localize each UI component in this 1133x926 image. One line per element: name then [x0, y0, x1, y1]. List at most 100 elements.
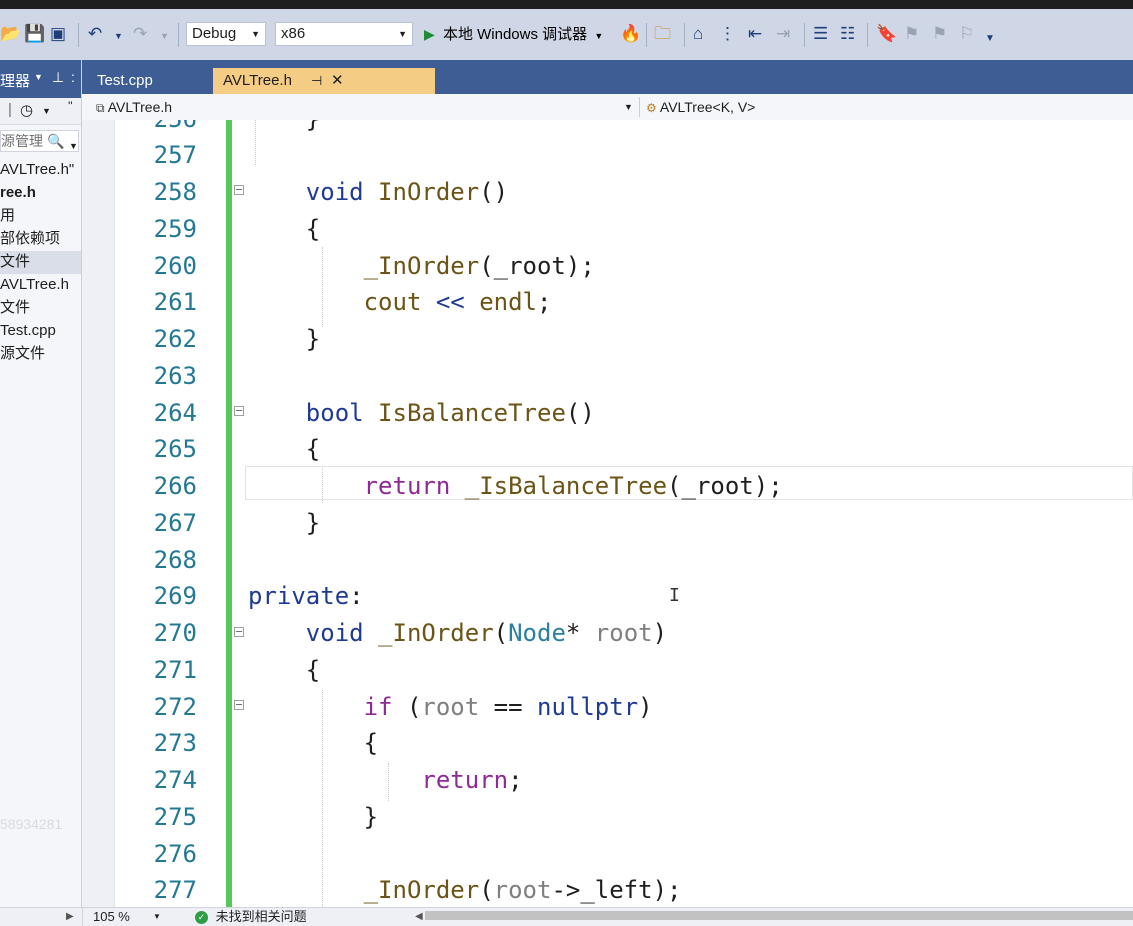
class-scope-value: AVLTree<K, V> [659, 99, 756, 115]
toolbar-separator [178, 23, 179, 47]
comment-icon[interactable]: ☰ [813, 24, 828, 44]
tree-item-label: AVLTree.h [0, 276, 69, 293]
uncomment-icon[interactable]: ☷ [840, 24, 855, 44]
check-circle-icon: ✓ [195, 911, 208, 925]
tab-label: AVLTree.h [223, 72, 292, 89]
toolbar-separator [646, 23, 647, 47]
tree-item[interactable]: 源文件 [0, 343, 81, 366]
pin-icon[interactable]: ⊣ [311, 68, 322, 94]
solution-search-input[interactable]: 源管理 🔍 ▼ [0, 130, 79, 152]
toolbar-separator: | [8, 101, 12, 118]
redo-dropdown-icon[interactable]: ▼ [160, 26, 169, 46]
tree-item[interactable]: 文件 [0, 297, 81, 320]
zoom-select[interactable]: 105 % ▼ [82, 908, 169, 926]
chevron-down-icon[interactable]: ▼ [69, 136, 78, 151]
toolbar-separator [78, 23, 79, 47]
navigation-bar: ⧉ AVLTree.h ▼ ⚙ AVLTree<K, V> [82, 94, 1133, 121]
fold-toggle[interactable] [234, 185, 244, 195]
code-line: _InOrder(_root); [363, 252, 595, 280]
tab-test-cpp[interactable]: Test.cpp [87, 68, 213, 94]
save-all-icon[interactable]: ▣ [50, 24, 66, 44]
fold-toggle[interactable] [234, 627, 244, 637]
zoom-value: 105 % [93, 909, 130, 924]
code-line: return; [421, 766, 523, 794]
change-indicator-bar [226, 120, 232, 907]
chevron-down-icon: ▼ [398, 29, 407, 39]
line-number: 261 [153, 288, 197, 316]
solution-search-placeholder: 源管理 [1, 133, 43, 149]
undo-dropdown-icon[interactable]: ▼ [114, 26, 123, 46]
code-line: { [248, 215, 321, 243]
tab-avltree-h[interactable]: AVLTree.h ⊣ ✕ [213, 68, 435, 94]
line-number: 256 [122, 120, 197, 138]
line-number: 274 [153, 766, 197, 794]
tree-item[interactable]: 部依赖项 [0, 228, 81, 251]
horizontal-scrollbar-thumb[interactable] [425, 911, 1133, 920]
tree-item[interactable]: ree.h [0, 182, 81, 205]
prev-bookmark-icon[interactable]: ⚑ [904, 24, 919, 44]
fold-toggle[interactable] [234, 406, 244, 416]
scroll-left-icon[interactable]: ◀ [415, 908, 423, 926]
platform-select[interactable]: x86 ▼ [275, 22, 413, 46]
solution-config-select[interactable]: Debug ▼ [186, 22, 266, 46]
hot-reload-icon[interactable]: 🔥 [620, 24, 641, 44]
bookmark-icon[interactable]: 🔖 [876, 24, 897, 44]
file-scope-select[interactable]: ⧉ AVLTree.h ▼ [96, 97, 636, 117]
tree-item[interactable]: AVLTree.h" [0, 159, 81, 182]
line-number: 269 [153, 582, 197, 610]
tree-item[interactable]: AVLTree.h [0, 274, 81, 297]
code-line: private: [248, 582, 364, 610]
close-icon[interactable]: : [71, 69, 75, 85]
class-scope-select[interactable]: ⚙ AVLTree<K, V> [646, 97, 1126, 117]
code-line: } [248, 120, 320, 138]
open-folder-icon[interactable]: 📂 [0, 24, 21, 44]
code-line: { [248, 435, 321, 463]
tree-item-label: Test.cpp [0, 322, 56, 339]
pin-icon[interactable]: ⊥ [52, 69, 64, 86]
start-debugging-button[interactable]: ▶ 本地 Windows 调试器 ▼ [424, 23, 603, 45]
line-number: 259 [153, 215, 197, 243]
more-icon[interactable]: '' [68, 99, 73, 113]
code-line: cout << endl; [363, 288, 552, 316]
tree-item-label: 文件 [0, 253, 31, 270]
code-line: return _IsBalanceTree(_root); [363, 472, 783, 500]
line-number: 258 [153, 178, 197, 206]
chevron-down-icon[interactable]: ▼ [34, 72, 43, 82]
home-icon[interactable]: ⌂ [693, 24, 703, 44]
line-number: 262 [153, 325, 197, 353]
clear-bookmarks-icon[interactable]: ⚐ [959, 24, 974, 44]
play-icon: ▶ [424, 26, 435, 42]
next-bookmark-icon[interactable]: ⚑ [932, 24, 947, 44]
tree-item-label: 源文件 [0, 345, 46, 362]
find-in-files-icon[interactable]: 🗀 [654, 24, 671, 44]
fold-toggle[interactable] [234, 700, 244, 710]
tree-item[interactable]: 用 [0, 205, 81, 228]
line-number: 271 [153, 656, 197, 684]
redo-icon[interactable]: ↷ [133, 24, 147, 44]
history-icon[interactable]: ◷ [20, 101, 33, 119]
save-icon[interactable]: 💾 [24, 24, 45, 44]
code-line: void _InOrder(Node* root) [305, 619, 668, 647]
code-editor[interactable]: 256 257 258 259 260 261 262 263 264 265 … [82, 120, 1133, 907]
outdent-icon[interactable]: ⇥ [776, 24, 790, 44]
chevron-down-icon[interactable]: ▼ [42, 106, 51, 116]
code-line: { [248, 656, 321, 684]
tree-item-label: 文件 [0, 299, 31, 316]
toolbar-overflow-icon[interactable]: ▼ [985, 29, 995, 49]
issues-indicator[interactable]: ✓ 未找到相关问题 [195, 908, 307, 926]
search-icon[interactable]: 🔍 [47, 131, 64, 151]
format-icon[interactable]: ⋮ [719, 24, 736, 44]
text-cursor-icon: I [669, 585, 680, 606]
tree-item[interactable]: Test.cpp [0, 320, 81, 343]
tree-item-label: ree.h [0, 184, 36, 201]
code-line: } [248, 509, 321, 537]
code-line: } [248, 803, 379, 831]
platform-value: x86 [281, 25, 306, 42]
chevron-down-icon: ▼ [624, 102, 633, 112]
tree-item[interactable]: 文件 [0, 251, 81, 274]
indent-icon[interactable]: ⇤ [748, 24, 762, 44]
close-icon[interactable]: ✕ [331, 68, 344, 94]
undo-icon[interactable]: ↶ [88, 24, 102, 44]
line-number: 277 [153, 876, 197, 904]
scroll-right-icon[interactable]: ▶ [66, 908, 74, 926]
